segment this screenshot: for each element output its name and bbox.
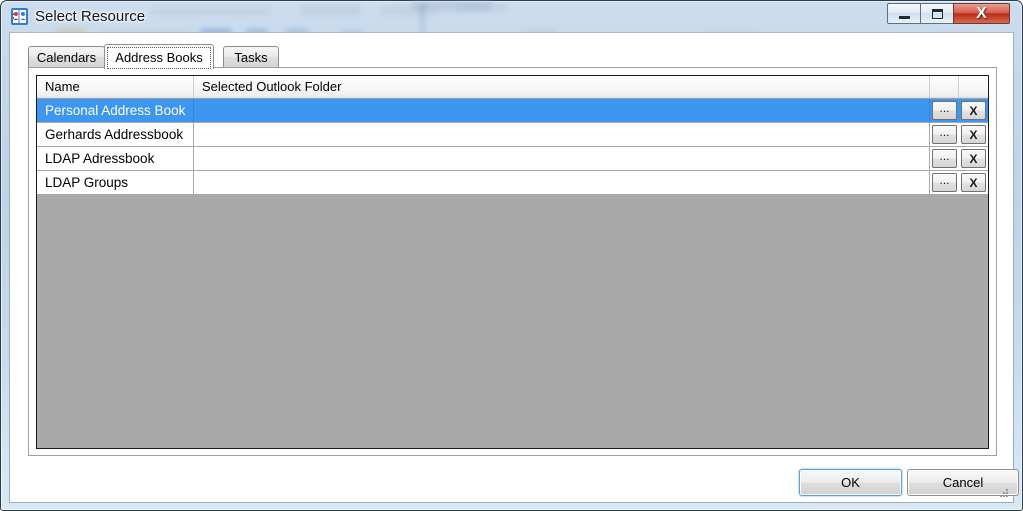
clear-folder-button[interactable]: X <box>961 125 986 144</box>
cell-selected-outlook-folder[interactable] <box>194 123 930 146</box>
dialog-window: Select Resource X Calendars Address Book… <box>0 0 1023 511</box>
cell-name: LDAP Groups <box>37 171 194 194</box>
cell-browse: ... <box>930 147 959 170</box>
cell-name: Gerhards Addressbook <box>37 123 194 146</box>
minimize-button[interactable] <box>887 3 920 24</box>
tab-page-address-books: Name Selected Outlook Folder Personal Ad… <box>28 67 997 456</box>
column-header-name[interactable]: Name <box>37 76 194 98</box>
tab-tasks[interactable]: Tasks <box>223 46 279 67</box>
tab-address-books[interactable]: Address Books <box>104 44 214 69</box>
minimize-icon <box>898 15 910 19</box>
browse-folder-button[interactable]: ... <box>932 149 957 168</box>
clear-folder-button[interactable]: X <box>961 149 986 168</box>
table-row[interactable]: LDAP Groups ... X <box>37 171 988 195</box>
column-header-clear[interactable] <box>959 76 988 98</box>
ok-button[interactable]: OK <box>799 469 902 496</box>
cell-name: LDAP Adressbook <box>37 147 194 170</box>
tab-calendars[interactable]: Calendars <box>28 46 105 67</box>
close-icon: X <box>976 5 987 22</box>
grid-header-row: Name Selected Outlook Folder <box>37 76 988 99</box>
grid-rows: Personal Address Book ... X Gerhards Add… <box>37 99 988 195</box>
table-row[interactable]: LDAP Adressbook ... X <box>37 147 988 171</box>
cell-name: Personal Address Book <box>37 99 194 122</box>
clear-folder-button[interactable]: X <box>961 173 986 192</box>
table-row[interactable]: Gerhards Addressbook ... X <box>37 123 988 147</box>
tab-address-books-label: Address Books <box>115 49 203 65</box>
title-bar[interactable]: Select Resource X <box>1 1 1022 32</box>
cell-browse: ... <box>930 171 959 194</box>
cell-clear: X <box>959 99 988 122</box>
browse-folder-button[interactable]: ... <box>932 173 957 192</box>
cell-selected-outlook-folder[interactable] <box>194 147 930 170</box>
cell-clear: X <box>959 123 988 146</box>
close-button[interactable]: X <box>953 3 1010 24</box>
address-book-icon <box>10 7 29 26</box>
cell-browse: ... <box>930 99 959 122</box>
cell-browse: ... <box>930 123 959 146</box>
cell-clear: X <box>959 147 988 170</box>
dialog-client-area: Calendars Address Books Tasks Name Selec… <box>9 32 1019 503</box>
tab-tasks-label: Tasks <box>234 49 268 65</box>
maximize-icon <box>931 8 943 19</box>
browse-folder-button[interactable]: ... <box>932 101 957 120</box>
resize-grip[interactable] <box>998 487 1010 499</box>
column-header-browse[interactable] <box>930 76 959 98</box>
clear-folder-button[interactable]: X <box>961 101 986 120</box>
browse-folder-button[interactable]: ... <box>932 125 957 144</box>
tab-calendars-label: Calendars <box>36 49 97 65</box>
cell-clear: X <box>959 171 988 194</box>
column-header-selected-outlook-folder[interactable]: Selected Outlook Folder <box>194 76 930 98</box>
cell-selected-outlook-folder[interactable] <box>194 99 930 122</box>
cell-selected-outlook-folder[interactable] <box>194 171 930 194</box>
window-title: Select Resource <box>35 8 146 25</box>
table-row[interactable]: Personal Address Book ... X <box>37 99 988 123</box>
maximize-button[interactable] <box>920 3 953 24</box>
resource-grid[interactable]: Name Selected Outlook Folder Personal Ad… <box>36 75 989 449</box>
